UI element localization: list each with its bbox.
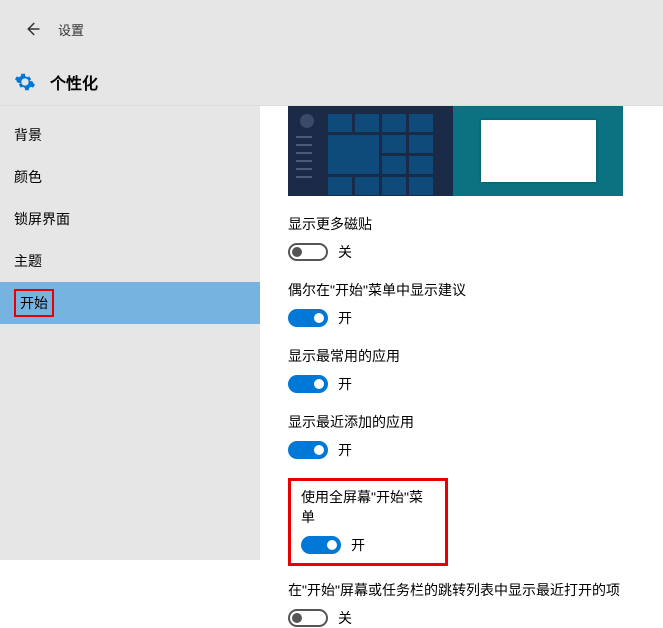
back-button[interactable] — [16, 13, 48, 45]
setting-suggestions: 偶尔在"开始"菜单中显示建议 开 — [288, 280, 645, 328]
toggle-state-label: 开 — [338, 308, 352, 328]
sidebar-item-label: 背景 — [14, 125, 42, 145]
toggle-recently-added[interactable] — [288, 441, 328, 459]
sidebar-item-start[interactable]: 开始 — [0, 282, 260, 324]
setting-more-tiles: 显示更多磁贴 关 — [288, 214, 645, 262]
setting-label: 偶尔在"开始"菜单中显示建议 — [288, 280, 645, 300]
toggle-most-used[interactable] — [288, 375, 328, 393]
content-pane: 显示更多磁贴 关 偶尔在"开始"菜单中显示建议 开 显示最常用的应用 开 显示最… — [260, 106, 663, 560]
toggle-state-label: 开 — [338, 440, 352, 460]
setting-label: 显示更多磁贴 — [288, 214, 645, 234]
page-title: 个性化 — [50, 70, 98, 94]
page-header: 个性化 — [0, 58, 663, 106]
sidebar-item-label: 主题 — [14, 251, 42, 271]
sidebar-item-lockscreen[interactable]: 锁屏界面 — [0, 198, 260, 240]
setting-jumplist-recent: 在"开始"屏幕或任务栏的跳转列表中显示最近打开的项 关 — [288, 580, 645, 628]
highlight-annotation: 使用全屏幕"开始"菜单 开 — [288, 478, 448, 566]
toggle-more-tiles[interactable] — [288, 243, 328, 261]
toggle-state-label: 关 — [338, 242, 352, 262]
highlight-annotation: 开始 — [14, 289, 54, 317]
toggle-fullscreen-start[interactable] — [301, 536, 341, 554]
sidebar-item-themes[interactable]: 主题 — [0, 240, 260, 282]
start-menu-preview — [288, 106, 623, 196]
sidebar: 背景 颜色 锁屏界面 主题 开始 — [0, 106, 260, 560]
setting-recently-added: 显示最近添加的应用 开 — [288, 412, 645, 460]
arrow-left-icon — [23, 20, 41, 38]
gear-icon — [14, 71, 36, 93]
sidebar-item-label: 颜色 — [14, 167, 42, 187]
toggle-state-label: 关 — [338, 608, 352, 628]
setting-label: 显示最常用的应用 — [288, 346, 645, 366]
window-title: 设置 — [58, 20, 84, 39]
setting-most-used: 显示最常用的应用 开 — [288, 346, 645, 394]
sidebar-item-label: 开始 — [20, 295, 48, 311]
toggle-state-label: 开 — [351, 535, 365, 555]
setting-label: 显示最近添加的应用 — [288, 412, 645, 432]
title-bar: 设置 — [0, 0, 663, 58]
toggle-suggestions[interactable] — [288, 309, 328, 327]
setting-label: 使用全屏幕"开始"菜单 — [301, 487, 435, 527]
toggle-jumplist-recent[interactable] — [288, 609, 328, 627]
sidebar-item-background[interactable]: 背景 — [0, 114, 260, 156]
sidebar-item-colors[interactable]: 颜色 — [0, 156, 260, 198]
sidebar-item-label: 锁屏界面 — [14, 209, 70, 229]
setting-label: 在"开始"屏幕或任务栏的跳转列表中显示最近打开的项 — [288, 580, 645, 600]
toggle-state-label: 开 — [338, 374, 352, 394]
